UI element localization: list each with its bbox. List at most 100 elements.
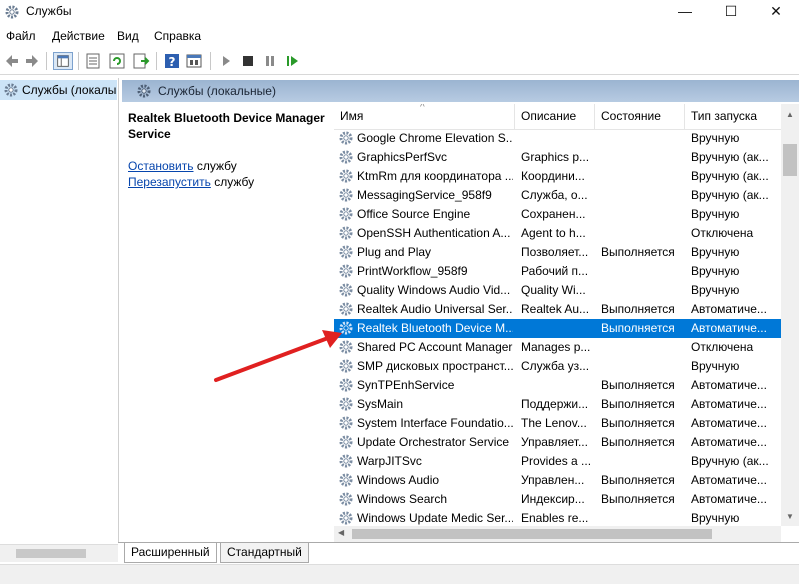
window-title: Службы bbox=[26, 4, 72, 18]
maximize-button[interactable]: ☐ bbox=[708, 0, 754, 24]
service-name-cell: Windows Search bbox=[357, 492, 448, 506]
service-startup-cell: Отключена bbox=[691, 226, 754, 240]
restart-service-suffix: службу bbox=[210, 175, 255, 189]
table-row-selected[interactable]: Realtek Bluetooth Device M... Выполняется… bbox=[334, 319, 781, 338]
pause-icon[interactable] bbox=[261, 52, 279, 70]
service-startup-cell: Автоматиче... bbox=[691, 473, 767, 487]
table-row[interactable]: GraphicsPerfSvc Graphics p... Вручную (ак.… bbox=[334, 148, 781, 167]
service-startup-cell: Вручную bbox=[691, 207, 740, 221]
table-row[interactable]: OpenSSH Authentication A... Agent to h...… bbox=[334, 224, 781, 243]
table-row[interactable]: PrintWorkflow_958f9 Рабочий п... Вручную bbox=[334, 262, 781, 281]
table-row[interactable]: Quality Windows Audio Vid... Quality Wi..… bbox=[334, 281, 781, 300]
service-description-cell: Quality Wi... bbox=[521, 283, 586, 297]
scroll-left-icon[interactable]: ◀ bbox=[338, 528, 344, 537]
tab-extended[interactable]: Расширенный bbox=[124, 543, 217, 563]
column-header-name-label: Имя bbox=[340, 109, 364, 123]
column-header-startup-type[interactable]: Тип запуска bbox=[685, 104, 781, 129]
table-row[interactable]: Shared PC Account Manager Manages p... Отк… bbox=[334, 338, 781, 357]
table-row[interactable]: System Interface Foundatio... The Lenov..… bbox=[334, 414, 781, 433]
table-row[interactable]: Google Chrome Elevation S... Вручную bbox=[334, 129, 781, 148]
view-tabs: Расширенный Стандартный bbox=[118, 542, 799, 565]
service-startup-cell: Автоматиче... bbox=[691, 378, 767, 392]
service-name-cell: KtmRm для координатора ... bbox=[357, 169, 513, 183]
help-icon[interactable]: ? bbox=[163, 52, 181, 70]
service-name-cell: SysMain bbox=[357, 397, 404, 411]
tree-pane: Службы (локалы bbox=[0, 78, 119, 542]
stop-service-line: Остановить службу bbox=[128, 159, 237, 173]
table-row[interactable]: MessagingService_958f9 Служба, о... Вручну… bbox=[334, 186, 781, 205]
service-startup-cell: Автоматиче... bbox=[691, 416, 767, 430]
table-row[interactable]: Office Source Engine Сохранен... Вручную bbox=[334, 205, 781, 224]
restart-service-link[interactable]: Перезапустить bbox=[128, 175, 211, 189]
table-row[interactable]: KtmRm для координатора ... Координи... Вру… bbox=[334, 167, 781, 186]
start-icon[interactable] bbox=[217, 52, 235, 70]
menu-action[interactable]: Действие bbox=[52, 29, 105, 43]
console-icon[interactable] bbox=[185, 52, 203, 70]
properties-icon[interactable] bbox=[84, 52, 102, 70]
scroll-down-icon[interactable]: ▼ bbox=[786, 512, 794, 521]
table-row[interactable]: SMP дисковых пространст... Служба уз... Вр… bbox=[334, 357, 781, 376]
services-list: Имя ^ Описание Состояние Тип запуска Goo… bbox=[334, 104, 781, 526]
scrollbar-thumb[interactable] bbox=[16, 549, 86, 558]
table-row[interactable]: Realtek Audio Universal Ser... Realtek Au… bbox=[334, 300, 781, 319]
service-gear-icon bbox=[339, 473, 353, 487]
scrollbar-thumb[interactable] bbox=[783, 144, 797, 176]
services-gear-icon bbox=[4, 83, 18, 97]
column-header-row: Имя ^ Описание Состояние Тип запуска bbox=[334, 104, 781, 130]
table-row[interactable]: SysMain Поддержи... Выполняется Автоматиче.… bbox=[334, 395, 781, 414]
panel-header-title: Службы (локальные) bbox=[158, 84, 276, 98]
service-gear-icon bbox=[339, 264, 353, 278]
service-name-cell: MessagingService_958f9 bbox=[357, 188, 492, 202]
service-description-cell: Provides a ... bbox=[521, 454, 591, 468]
table-row[interactable]: SynTPEnhService Выполняется Автоматиче... bbox=[334, 376, 781, 395]
forward-icon[interactable] bbox=[23, 52, 41, 70]
menu-file[interactable]: Файл bbox=[6, 29, 36, 43]
tree-item-label: Службы (локалы bbox=[22, 83, 117, 97]
service-gear-icon bbox=[339, 492, 353, 506]
service-startup-cell: Вручную bbox=[691, 245, 740, 259]
list-vertical-scrollbar[interactable]: ▲ ▼ bbox=[781, 104, 799, 526]
sort-ascending-icon: ^ bbox=[420, 104, 425, 113]
restart-icon[interactable] bbox=[283, 52, 301, 70]
toolbar-separator bbox=[210, 52, 211, 70]
export-icon[interactable] bbox=[132, 52, 150, 70]
scrollbar-thumb[interactable] bbox=[352, 529, 712, 539]
menu-bar: Файл Действие Вид Справка bbox=[0, 26, 799, 46]
service-name-cell: GraphicsPerfSvc bbox=[357, 150, 448, 164]
service-description-cell: Agent to h... bbox=[521, 226, 586, 240]
service-gear-icon bbox=[339, 397, 353, 411]
scroll-up-icon[interactable]: ▲ bbox=[786, 110, 794, 119]
table-row[interactable]: Windows Update Medic Ser... Enables re...… bbox=[334, 509, 781, 526]
toolbar: ? bbox=[0, 48, 799, 75]
back-icon[interactable] bbox=[3, 52, 21, 70]
stop-icon[interactable] bbox=[239, 52, 257, 70]
table-row[interactable]: Update Orchestrator Service Управляет... В… bbox=[334, 433, 781, 452]
stop-service-link[interactable]: Остановить bbox=[128, 159, 194, 173]
column-header-description[interactable]: Описание bbox=[515, 104, 595, 129]
table-row[interactable]: Windows Audio Управлен... Выполняется Автом… bbox=[334, 471, 781, 490]
close-button[interactable]: ✕ bbox=[753, 0, 799, 24]
svg-text:?: ? bbox=[169, 55, 176, 69]
service-startup-cell: Вручную bbox=[691, 283, 740, 297]
show-tree-icon[interactable] bbox=[53, 52, 73, 70]
table-row[interactable]: Plug and Play Позволяет... Выполняется Вруч… bbox=[334, 243, 781, 262]
service-gear-icon bbox=[339, 226, 353, 240]
tree-horizontal-scrollbar[interactable] bbox=[0, 544, 118, 562]
column-header-name[interactable]: Имя ^ bbox=[334, 104, 515, 129]
menu-view[interactable]: Вид bbox=[117, 29, 139, 43]
service-startup-cell: Автоматиче... bbox=[691, 435, 767, 449]
menu-help[interactable]: Справка bbox=[154, 29, 201, 43]
tab-standard[interactable]: Стандартный bbox=[220, 543, 309, 563]
minimize-button[interactable]: — bbox=[662, 0, 708, 24]
list-horizontal-scrollbar[interactable]: ◀ bbox=[334, 526, 781, 542]
column-header-status[interactable]: Состояние bbox=[595, 104, 685, 129]
table-row[interactable]: Windows Search Индексир... Выполняется Авто… bbox=[334, 490, 781, 509]
service-name-cell: Windows Update Medic Ser... bbox=[357, 511, 513, 525]
tree-item-local-services[interactable]: Службы (локалы bbox=[0, 80, 117, 100]
service-description-cell: Сохранен... bbox=[521, 207, 586, 221]
annotation-arrow bbox=[214, 330, 342, 382]
service-startup-cell: Вручную (ак... bbox=[691, 454, 769, 468]
refresh-icon[interactable] bbox=[108, 52, 126, 70]
table-row[interactable]: WarpJITSvc Provides a ... Вручную (ак... bbox=[334, 452, 781, 471]
service-gear-icon bbox=[339, 454, 353, 468]
